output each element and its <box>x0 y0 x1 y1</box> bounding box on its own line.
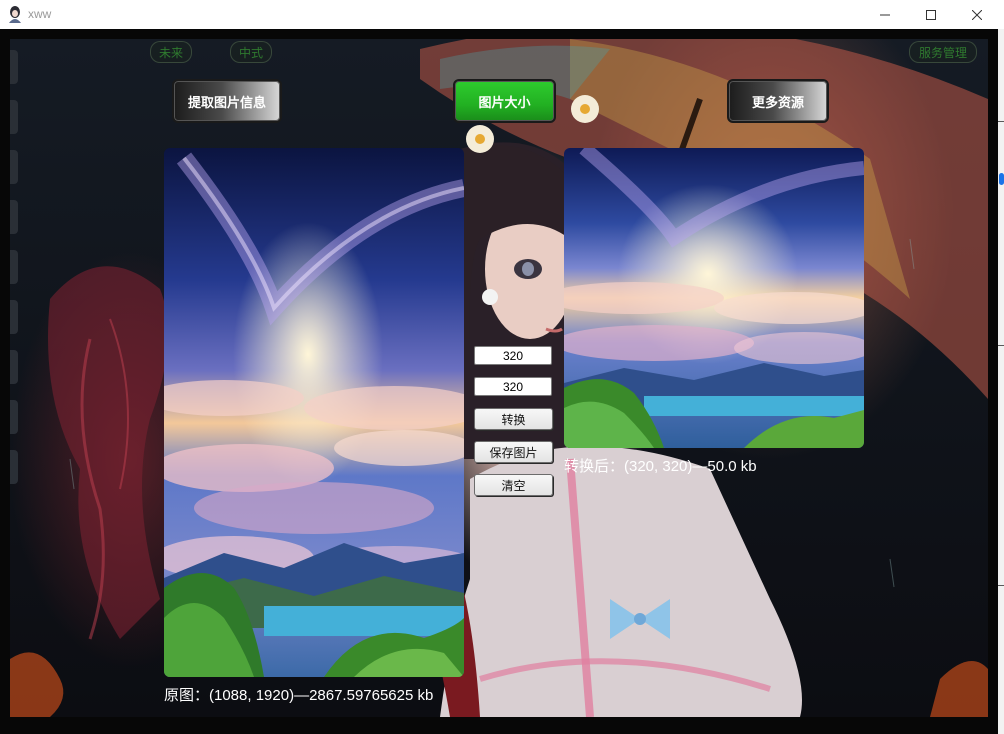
width-input[interactable] <box>474 346 552 365</box>
side-tab[interactable] <box>10 400 18 434</box>
converted-caption: 转换后：(320, 320)—50.0 kb <box>564 458 757 475</box>
side-tab[interactable] <box>10 450 18 484</box>
side-tab[interactable] <box>10 250 18 284</box>
edge-indicator <box>999 173 1004 185</box>
tab-service-management[interactable]: 服务管理 <box>909 41 977 63</box>
side-tab[interactable] <box>10 200 18 234</box>
edge-mark <box>998 585 1004 586</box>
background-window-edge <box>998 29 1004 734</box>
edge-mark <box>998 121 1004 122</box>
extract-info-button[interactable]: 提取图片信息 <box>172 79 282 123</box>
side-tab[interactable] <box>10 50 18 84</box>
side-tab[interactable] <box>10 100 18 134</box>
minimize-button[interactable] <box>862 0 908 29</box>
convert-button[interactable]: 转换 <box>474 408 553 430</box>
side-tab[interactable] <box>10 350 18 384</box>
edge-mark <box>998 345 1004 346</box>
title-bar: xww <box>0 0 1004 29</box>
close-icon <box>972 9 982 20</box>
image-size-button[interactable]: 图片大小 <box>453 79 556 123</box>
tab-future[interactable]: 未来 <box>150 41 192 63</box>
close-button[interactable] <box>954 0 1000 29</box>
original-image <box>164 148 464 677</box>
side-tab[interactable] <box>10 300 18 334</box>
side-tab[interactable] <box>10 150 18 184</box>
converted-image <box>564 148 864 448</box>
more-resources-button[interactable]: 更多资源 <box>727 79 829 123</box>
original-caption: 原图：(1088, 1920)—2867.59765625 kb <box>164 687 434 704</box>
minimize-icon <box>880 14 890 15</box>
app-icon <box>9 6 21 23</box>
clear-button[interactable]: 清空 <box>474 474 553 496</box>
maximize-icon <box>926 9 936 20</box>
window-title: xww <box>28 7 52 21</box>
tab-chinese-style[interactable]: 中式 <box>230 41 272 63</box>
maximize-button[interactable] <box>908 0 954 29</box>
save-image-button[interactable]: 保存图片 <box>474 441 553 463</box>
height-input[interactable] <box>474 377 552 396</box>
